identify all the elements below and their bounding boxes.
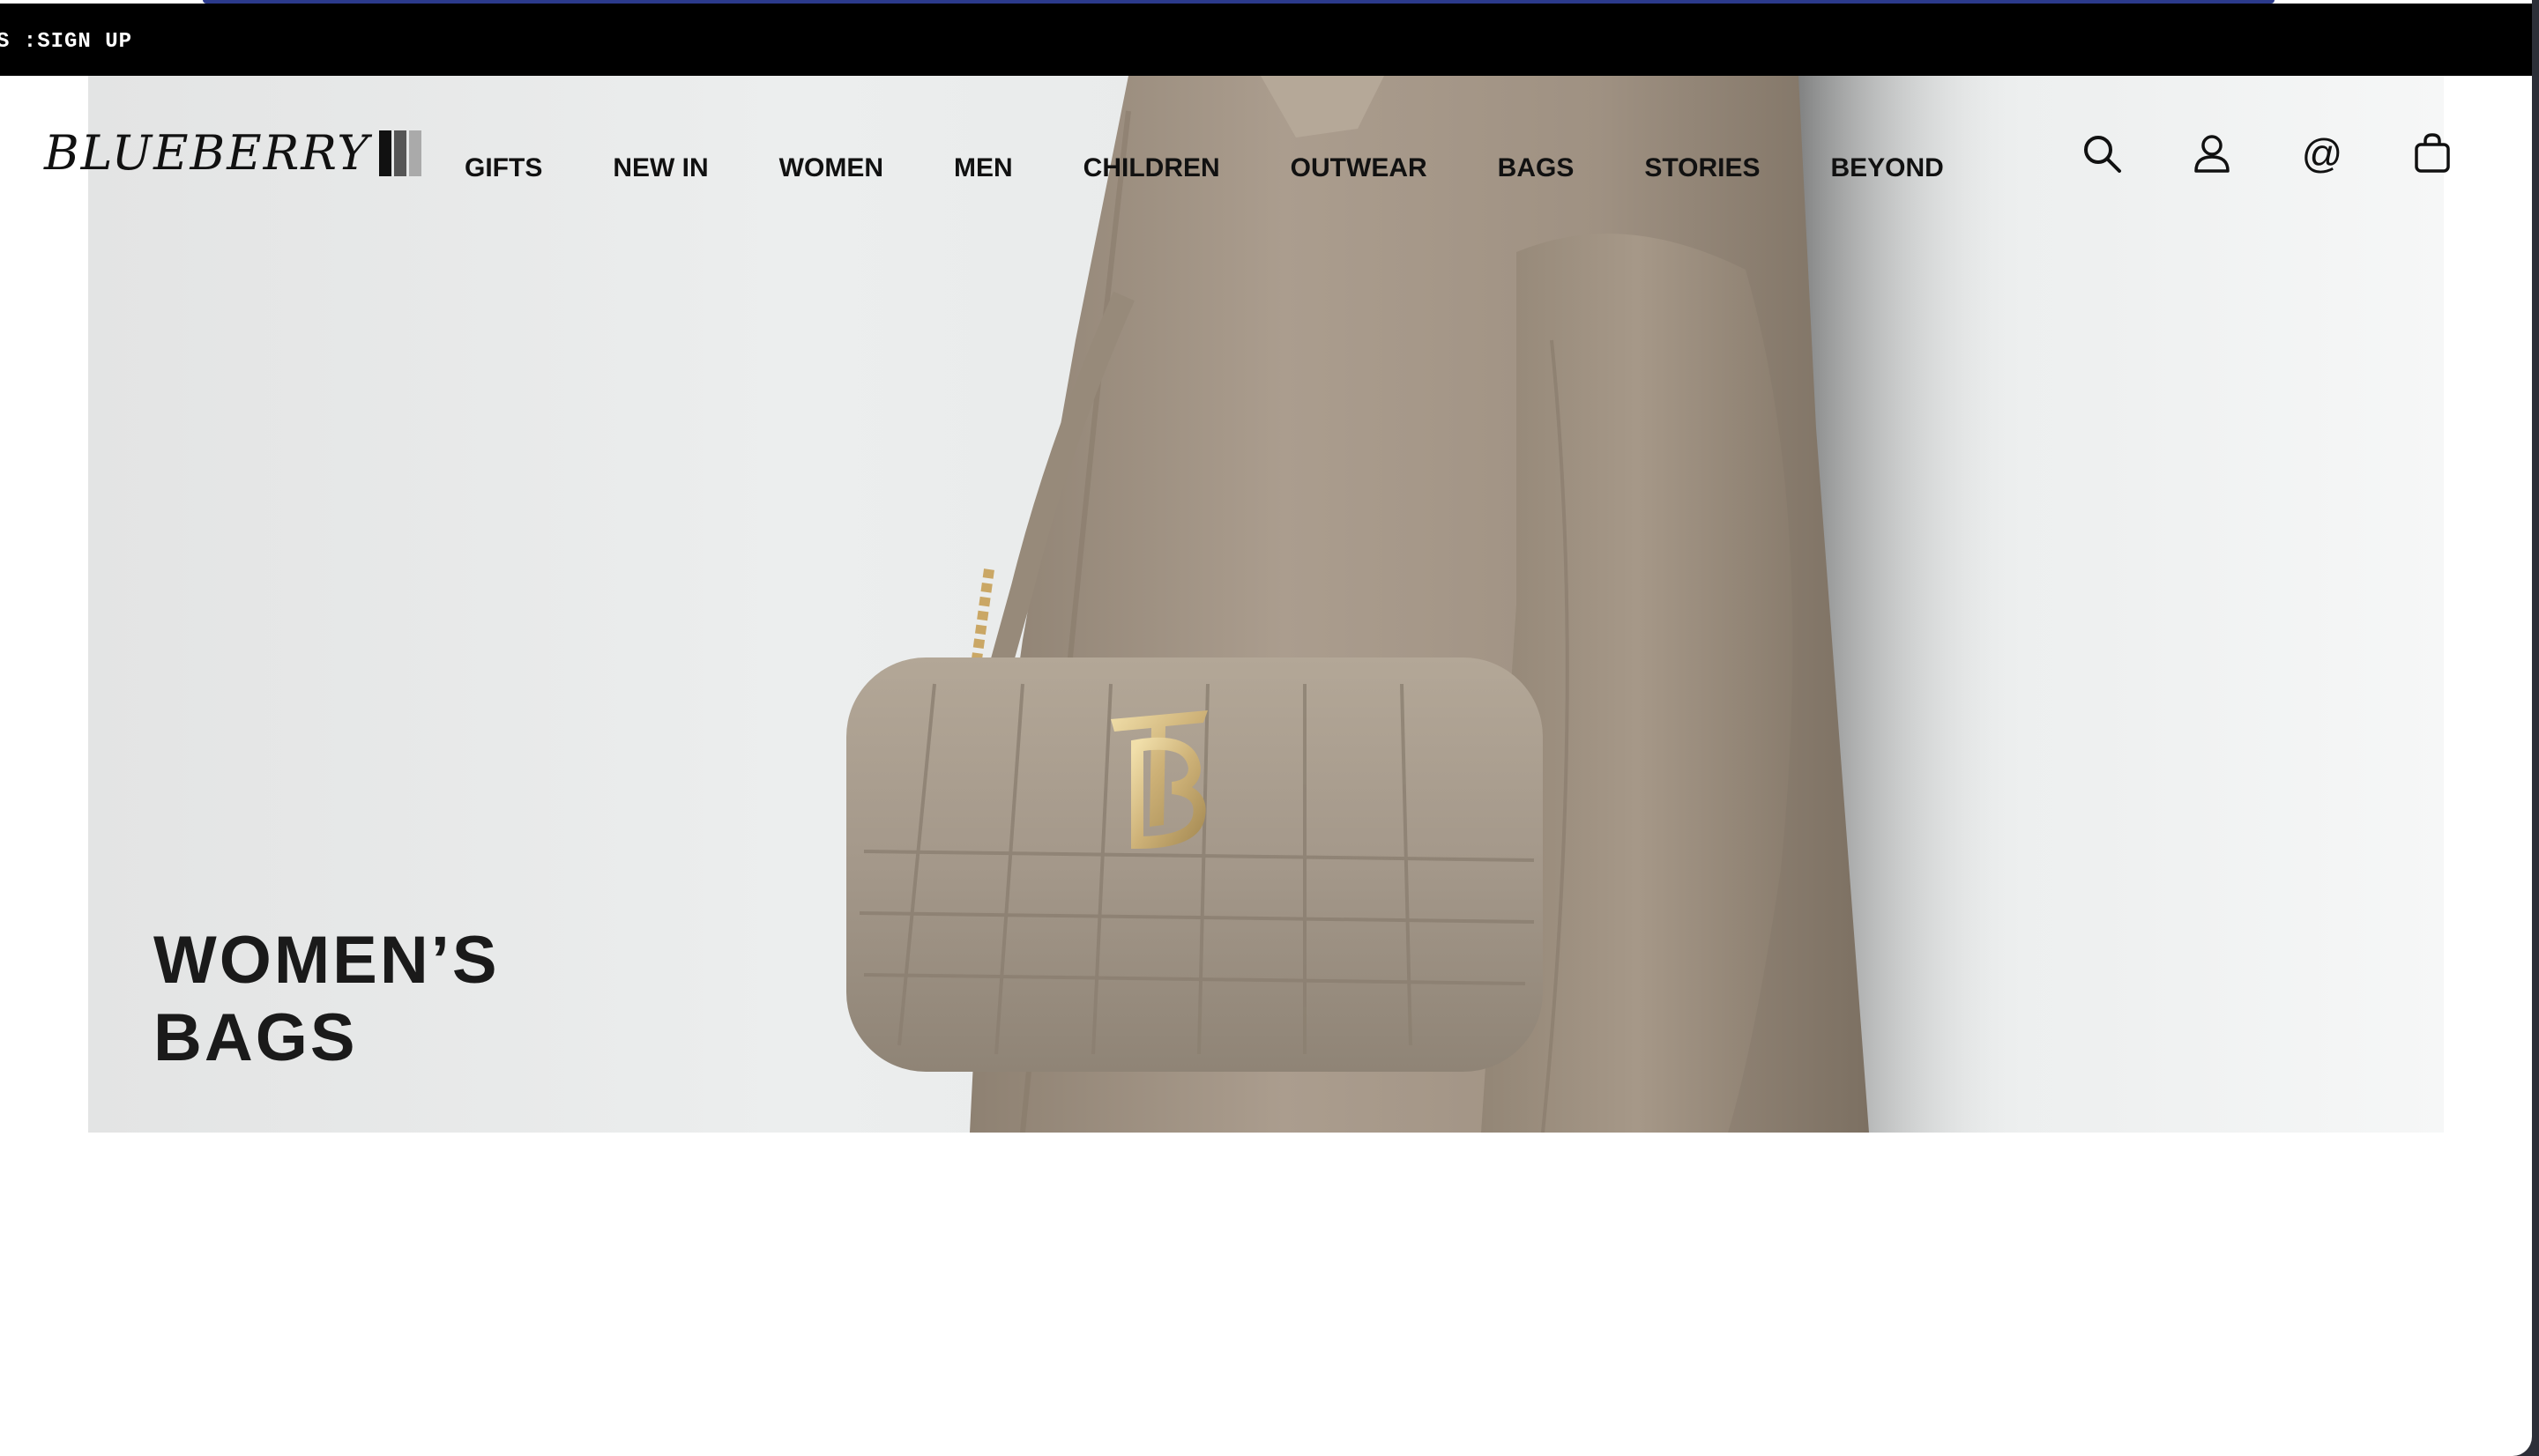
- nav-item-women[interactable]: WOMEN: [779, 153, 883, 183]
- brand-logo[interactable]: BLUEBERRY: [44, 125, 421, 181]
- nav-item-stories[interactable]: STORIES: [1644, 153, 1760, 183]
- hero-title-line-1: WOMEN’S: [153, 923, 500, 998]
- nav-item-outwear[interactable]: OUTWEAR: [1291, 153, 1427, 183]
- promo-text[interactable]: S :SIGN UP: [0, 30, 132, 54]
- hero-banner[interactable]: WOMEN’S BAGS: [88, 76, 2444, 1133]
- main-nav: GIFTS NEW IN WOMEN MEN CHILDREN OUTWEAR …: [465, 153, 1944, 183]
- nav-item-children[interactable]: CHILDREN: [1083, 153, 1220, 183]
- shopping-bag-icon[interactable]: [2411, 132, 2453, 175]
- logo-mark-icon: [378, 130, 421, 176]
- nav-item-new-in[interactable]: NEW IN: [613, 153, 708, 183]
- contact-icon[interactable]: @: [2301, 132, 2343, 175]
- brand-name: BLUEBERRY: [44, 125, 370, 181]
- search-icon[interactable]: [2081, 132, 2123, 175]
- site-header: BLUEBERRY GIFTS NEW IN WOMEN MEN CHILDRE…: [0, 76, 2532, 226]
- account-icon[interactable]: [2191, 132, 2233, 175]
- hero-title: WOMEN’S BAGS: [153, 922, 500, 1077]
- nav-item-men[interactable]: MEN: [954, 153, 1013, 183]
- nav-item-bags[interactable]: BAGS: [1498, 153, 1575, 183]
- promo-bar[interactable]: S :SIGN UP: [0, 4, 2532, 76]
- nav-item-gifts[interactable]: GIFTS: [465, 153, 542, 183]
- nav-item-beyond[interactable]: BEYOND: [1831, 153, 1944, 183]
- hero-title-line-2: BAGS: [153, 1000, 358, 1075]
- browser-window: WOMEN’S BAGS S :SIGN UP BLUEBERRY GIFTS …: [0, 0, 2532, 1456]
